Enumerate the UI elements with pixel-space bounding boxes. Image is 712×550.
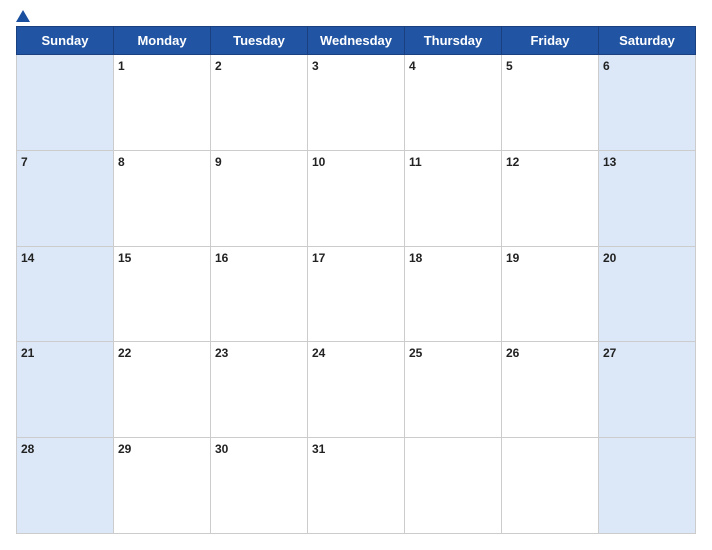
weekday-header-wednesday: Wednesday	[308, 27, 405, 55]
calendar-cell: 15	[114, 246, 211, 342]
day-number: 4	[409, 59, 416, 73]
calendar-cell	[502, 438, 599, 534]
calendar-week-row: 21 22 23 24 25 26 27	[17, 342, 696, 438]
day-number: 19	[506, 251, 519, 265]
calendar-cell: 25	[405, 342, 502, 438]
day-number: 31	[312, 442, 325, 456]
day-number: 3	[312, 59, 319, 73]
logo	[16, 10, 32, 22]
day-number: 7	[21, 155, 28, 169]
calendar-cell: 12	[502, 150, 599, 246]
day-number: 5	[506, 59, 513, 73]
day-number: 17	[312, 251, 325, 265]
day-number: 18	[409, 251, 422, 265]
calendar-cell: 28	[17, 438, 114, 534]
calendar-cell: 13	[599, 150, 696, 246]
calendar-week-row: 1 2 3 4 5 6	[17, 55, 696, 151]
calendar-cell: 5	[502, 55, 599, 151]
calendar-cell: 3	[308, 55, 405, 151]
weekday-header-sunday: Sunday	[17, 27, 114, 55]
calendar-table: SundayMondayTuesdayWednesdayThursdayFrid…	[16, 26, 696, 534]
calendar-week-row: 28 29 30 31	[17, 438, 696, 534]
calendar-cell: 7	[17, 150, 114, 246]
day-number: 16	[215, 251, 228, 265]
calendar-cell: 6	[599, 55, 696, 151]
calendar-cell	[405, 438, 502, 534]
logo-triangle-icon	[16, 10, 30, 22]
day-number: 15	[118, 251, 131, 265]
day-number: 30	[215, 442, 228, 456]
day-number: 8	[118, 155, 125, 169]
calendar-header	[16, 10, 696, 22]
calendar-cell: 31	[308, 438, 405, 534]
calendar-cell: 30	[211, 438, 308, 534]
calendar-cell: 23	[211, 342, 308, 438]
calendar-cell: 11	[405, 150, 502, 246]
calendar-cell: 22	[114, 342, 211, 438]
day-number: 9	[215, 155, 222, 169]
day-number: 25	[409, 346, 422, 360]
calendar-cell: 27	[599, 342, 696, 438]
day-number: 1	[118, 59, 125, 73]
calendar-cell: 19	[502, 246, 599, 342]
calendar-cell: 21	[17, 342, 114, 438]
day-number: 26	[506, 346, 519, 360]
day-number: 14	[21, 251, 34, 265]
calendar-cell: 20	[599, 246, 696, 342]
calendar-cell: 18	[405, 246, 502, 342]
calendar-cell: 29	[114, 438, 211, 534]
weekday-header-monday: Monday	[114, 27, 211, 55]
weekday-header-saturday: Saturday	[599, 27, 696, 55]
day-number: 27	[603, 346, 616, 360]
calendar-body: 1234567891011121314151617181920212223242…	[17, 55, 696, 534]
day-number: 20	[603, 251, 616, 265]
day-number: 2	[215, 59, 222, 73]
day-number: 28	[21, 442, 34, 456]
day-number: 21	[21, 346, 34, 360]
calendar-cell: 8	[114, 150, 211, 246]
day-number: 11	[409, 155, 422, 169]
weekday-header-thursday: Thursday	[405, 27, 502, 55]
day-number: 24	[312, 346, 325, 360]
day-number: 13	[603, 155, 616, 169]
calendar-cell: 14	[17, 246, 114, 342]
logo-blue-text	[16, 10, 32, 22]
calendar-cell: 1	[114, 55, 211, 151]
calendar-cell: 24	[308, 342, 405, 438]
day-number: 10	[312, 155, 325, 169]
day-number: 6	[603, 59, 610, 73]
calendar-cell: 4	[405, 55, 502, 151]
calendar-cell	[17, 55, 114, 151]
calendar-week-row: 7 8 9 10 11 12 13	[17, 150, 696, 246]
calendar-cell: 17	[308, 246, 405, 342]
day-number: 29	[118, 442, 131, 456]
calendar-cell	[599, 438, 696, 534]
weekday-header-friday: Friday	[502, 27, 599, 55]
calendar-cell: 2	[211, 55, 308, 151]
calendar-header-row: SundayMondayTuesdayWednesdayThursdayFrid…	[17, 27, 696, 55]
calendar-cell: 9	[211, 150, 308, 246]
calendar-cell: 10	[308, 150, 405, 246]
calendar-cell: 16	[211, 246, 308, 342]
calendar-week-row: 14 15 16 17 18 19 20	[17, 246, 696, 342]
weekday-header-row: SundayMondayTuesdayWednesdayThursdayFrid…	[17, 27, 696, 55]
weekday-header-tuesday: Tuesday	[211, 27, 308, 55]
calendar-cell: 26	[502, 342, 599, 438]
day-number: 23	[215, 346, 228, 360]
day-number: 12	[506, 155, 519, 169]
day-number: 22	[118, 346, 131, 360]
